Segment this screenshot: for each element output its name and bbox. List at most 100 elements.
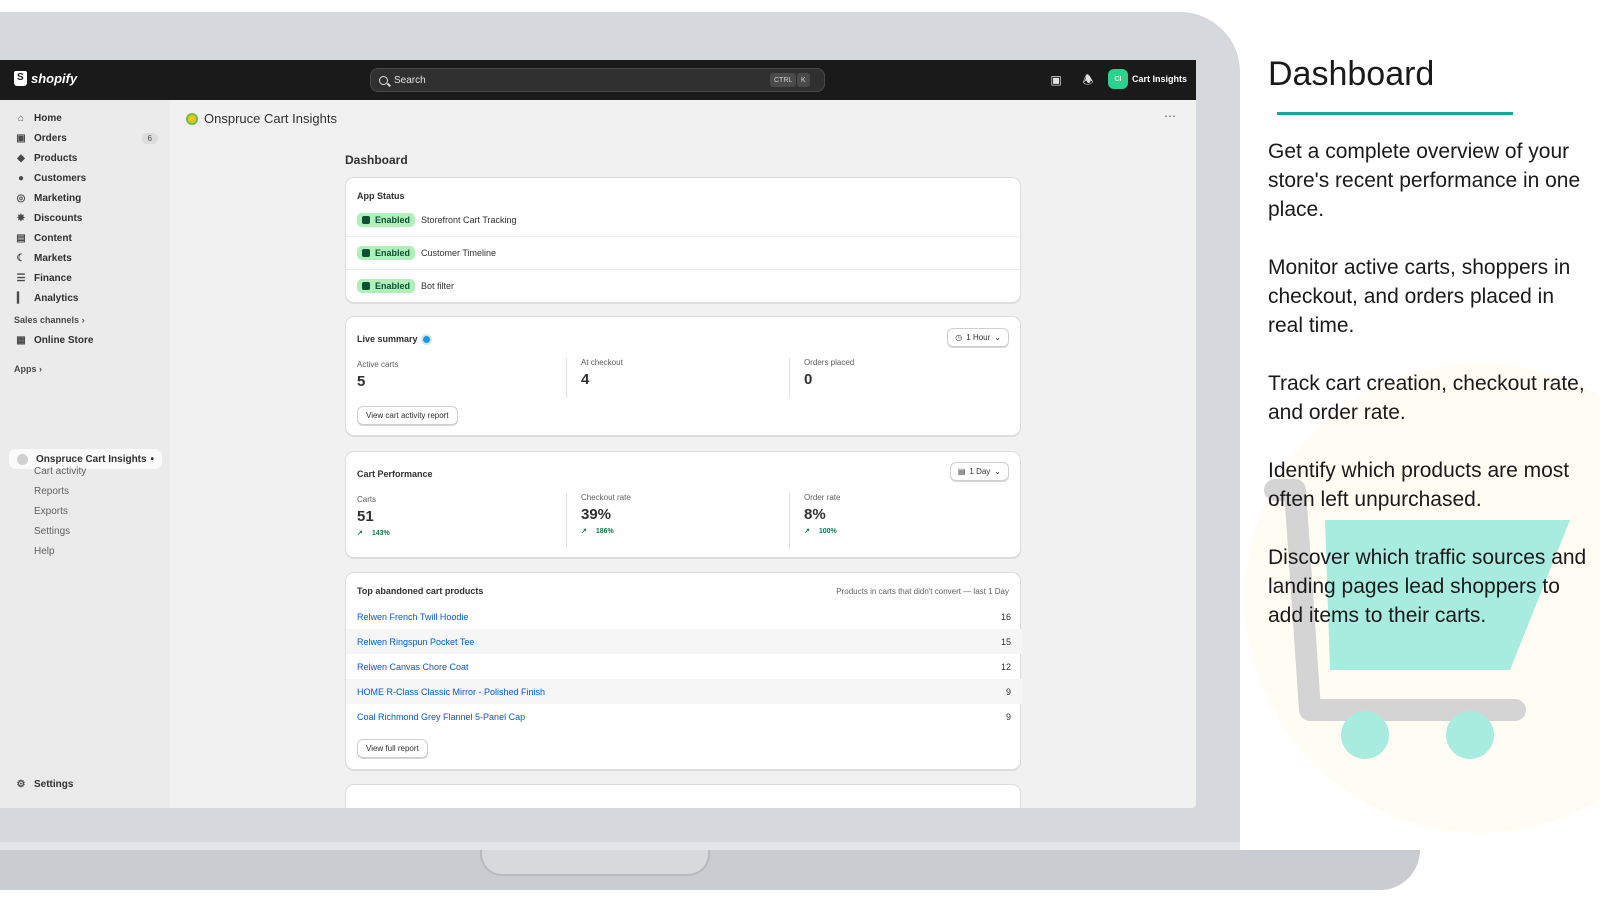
status-badge: Enabled — [357, 279, 416, 293]
shopify-bag-icon — [14, 71, 27, 86]
status-row: Enabled Customer Timeline — [346, 236, 1022, 269]
sidebar-item-home[interactable]: ⌂ Home — [8, 109, 162, 127]
view-cart-activity-button[interactable]: View cart activity report — [357, 406, 458, 425]
laptop-base — [0, 850, 1420, 890]
pin-dot-icon: • — [150, 453, 154, 465]
store-icon[interactable]: ▣ — [1049, 73, 1063, 87]
status-badge: Enabled — [357, 212, 416, 227]
apps-heading[interactable]: Apps › — [14, 364, 42, 374]
panel-title: Dashboard — [1268, 55, 1435, 93]
arrow-up-right-icon: ↗ — [581, 528, 587, 535]
promo-stage: shopify Search CTRL K ▣ 🕭 CI Cart Insigh… — [0, 0, 1600, 900]
gear-icon: ⚙ — [16, 778, 26, 790]
arrow-up-right-icon: ↗ — [357, 530, 363, 537]
table-row: Relwen Ringspun Pocket Tee 15 — [346, 629, 1022, 654]
time-range-select[interactable]: ◷ 1 Hour ⌄ — [947, 328, 1009, 347]
sales-channels-heading[interactable]: Sales channels › — [14, 315, 85, 325]
sidebar-subitem-exports[interactable]: Exports — [34, 506, 68, 517]
live-indicator-icon — [422, 335, 430, 343]
next-card-partial — [345, 784, 1021, 808]
laptop-notch — [480, 850, 710, 876]
table-row: Coal Richmond Grey Flannel 5-Panel Cap 9 — [346, 704, 1022, 729]
store-menu[interactable]: CI Cart Insights — [1108, 69, 1187, 89]
status-square-icon — [362, 215, 370, 224]
metric-orders-placed: Orders placed 0 — [789, 358, 1013, 398]
product-count: 16 — [1000, 611, 1011, 622]
app-title: Onspruce Cart Insights — [186, 111, 337, 126]
panel-paragraph: Identify which products are most often l… — [1268, 459, 1570, 511]
trend-up: ↗ 100% — [804, 527, 837, 536]
product-link[interactable]: Relwen French Twill Hoodie — [357, 612, 468, 622]
shopify-logo[interactable]: shopify — [14, 71, 77, 86]
sidebar-item-online-store[interactable]: ▦ Online Store — [8, 331, 162, 349]
product-count: 15 — [1000, 636, 1011, 647]
sidebar-item-orders[interactable]: ▣ Orders 6 — [8, 129, 162, 147]
globe-icon: ☾ — [16, 252, 26, 264]
app-logo-icon — [17, 453, 28, 465]
sidebar-item-discounts[interactable]: ✸ Discounts — [8, 209, 162, 227]
trend-up: ↗ 186% — [581, 527, 614, 536]
sidebar-item-products[interactable]: ◆ Products — [8, 149, 162, 167]
time-range-select[interactable]: ▤ 1 Day ⌄ — [949, 462, 1009, 481]
more-actions-icon[interactable]: ⋯ — [1164, 109, 1177, 123]
sidebar-item-content[interactable]: ▤ Content — [8, 229, 162, 247]
top-abandoned-card: Top abandoned cart products Products in … — [345, 572, 1022, 770]
orders-count-badge: 6 — [141, 132, 158, 144]
sidebar-item-finance[interactable]: ☰ Finance — [8, 269, 162, 287]
sidebar-subitem-help[interactable]: Help — [34, 546, 55, 557]
person-icon: ● — [17, 172, 25, 184]
app-status-card: App Status Enabled Storefront Cart Track… — [345, 177, 1022, 303]
product-link[interactable]: Relwen Ringspun Pocket Tee — [357, 637, 474, 647]
top-bar: shopify Search CTRL K ▣ 🕭 CI Cart Insigh… — [0, 60, 1196, 100]
product-count: 12 — [1000, 661, 1011, 672]
product-link[interactable]: HOME R-Class Classic Mirror - Polished F… — [357, 687, 545, 697]
product-link[interactable]: Coal Richmond Grey Flannel 5-Panel Cap — [357, 712, 525, 722]
panel-paragraph: Monitor active carts, shoppers in checko… — [1268, 256, 1571, 337]
sidebar-subitem-reports[interactable]: Reports — [34, 486, 69, 497]
bar-chart-icon: ▎ — [17, 292, 25, 304]
app-screen: shopify Search CTRL K ▣ 🕭 CI Cart Insigh… — [0, 60, 1196, 808]
storefront-icon: ▦ — [16, 334, 26, 346]
clock-icon: ◷ — [955, 333, 963, 342]
status-square-icon — [362, 282, 370, 290]
view-full-report-button[interactable]: View full report — [357, 739, 428, 758]
table-row: Relwen Canvas Chore Coat 12 — [346, 654, 1022, 679]
panel-paragraph: Track cart creation, checkout rate, and … — [1268, 372, 1585, 424]
search-input[interactable]: Search CTRL K — [370, 68, 825, 92]
bell-icon[interactable]: 🕭 — [1081, 73, 1095, 87]
tag-icon: ◆ — [17, 152, 25, 164]
sidebar-item-customers[interactable]: ● Customers — [8, 169, 162, 187]
metric-active-carts: Active carts 5 — [357, 360, 399, 390]
cart-performance-card: Cart Performance ▤ 1 Day ⌄ Carts 51 ↗ 143… — [345, 451, 1021, 558]
panel-paragraph: Get a complete overview of your store's … — [1268, 140, 1581, 221]
page-title: Dashboard — [345, 153, 408, 167]
metric-order-rate: Order rate 8% ↗ 100% — [789, 493, 1013, 549]
status-square-icon — [362, 249, 370, 257]
sidebar-subitem-settings[interactable]: Settings — [34, 526, 70, 537]
table-row: Relwen French Twill Hoodie 16 — [346, 604, 1022, 629]
product-link[interactable]: Relwen Canvas Chore Coat — [357, 662, 469, 672]
metric-at-checkout: At checkout 4 — [566, 358, 790, 398]
card-title: App Status — [357, 191, 405, 201]
chevron-down-icon: ⌄ — [994, 467, 1001, 476]
sidebar-item-marketing[interactable]: ◎ Marketing — [8, 189, 162, 207]
store-name: Cart Insights — [1132, 74, 1188, 84]
live-summary-card: Live summary ◷ 1 Hour ⌄ Active carts 5 A… — [345, 316, 1021, 436]
trend-up: ↗ 143% — [357, 529, 390, 538]
card-title: Cart Performance — [357, 469, 433, 479]
product-count: 9 — [1005, 686, 1011, 697]
card-title: Live summary — [357, 334, 430, 344]
shortcut-ctrl: CTRL — [770, 73, 797, 87]
table-row: HOME R-Class Classic Mirror - Polished F… — [346, 679, 1022, 704]
sidebar-item-settings[interactable]: ⚙ Settings — [8, 775, 162, 793]
metric-carts: Carts 51 ↗ 143% — [357, 495, 581, 547]
discount-icon: ✸ — [16, 212, 26, 224]
sidebar-subitem-cart-activity[interactable]: Cart activity — [34, 466, 86, 477]
sidebar-item-analytics[interactable]: ▎ Analytics — [8, 289, 162, 307]
status-badge: Enabled — [357, 246, 416, 260]
product-count: 9 — [1005, 711, 1011, 722]
sidebar-item-markets[interactable]: ☾ Markets — [8, 249, 162, 267]
search-icon — [379, 75, 388, 85]
arrow-up-right-icon: ↗ — [804, 528, 810, 535]
chevron-right-icon: › — [81, 315, 85, 325]
